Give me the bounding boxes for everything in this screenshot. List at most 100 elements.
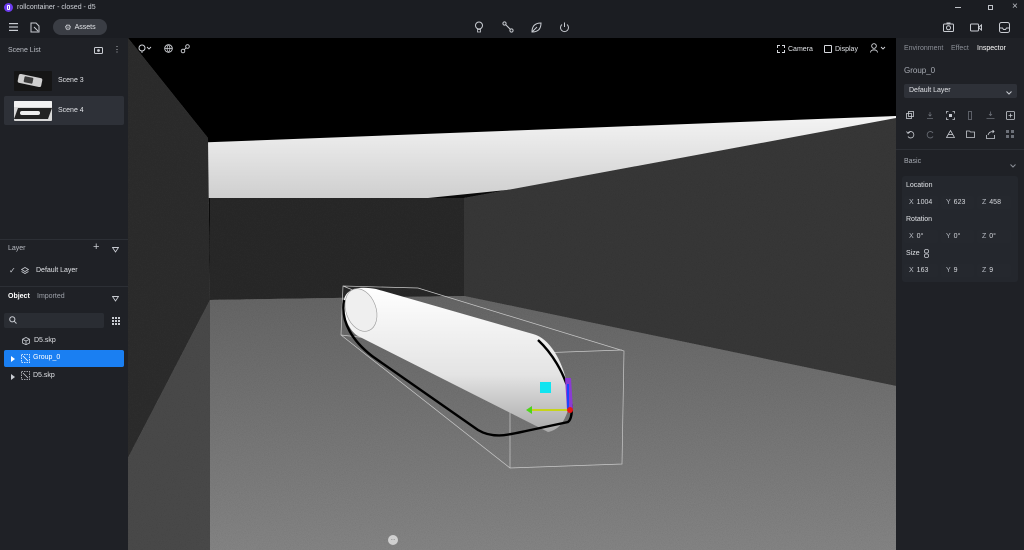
main-toolbar: ⚙ Assets — [0, 16, 1024, 38]
location-z-field[interactable]: Z 458 — [977, 196, 1011, 209]
tab-object[interactable]: Object — [8, 293, 30, 300]
check-icon[interactable]: ✓ — [9, 266, 16, 275]
object-item[interactable]: D5.skp — [4, 334, 124, 348]
tab-inspector[interactable]: Inspector — [977, 45, 1006, 52]
folder-icon[interactable] — [964, 128, 976, 140]
expand-arrow-icon[interactable] — [11, 373, 15, 382]
power-icon[interactable] — [557, 20, 571, 34]
size-x-field[interactable]: X 163 — [904, 264, 938, 277]
layer-select[interactable]: Default Layer — [904, 84, 1017, 98]
object-label: D5.skp — [33, 372, 55, 379]
object-item-selected[interactable]: Group_0 — [4, 350, 124, 367]
display-icon — [824, 45, 832, 53]
object-item[interactable]: D5.skp — [4, 368, 124, 383]
basic-section-title: Basic — [904, 158, 922, 165]
location-x-field[interactable]: X 1004 — [904, 196, 938, 209]
import-file-icon[interactable] — [28, 20, 42, 34]
undo-icon[interactable] — [904, 128, 916, 140]
search-input[interactable] — [20, 315, 100, 326]
tab-environment[interactable]: Environment — [904, 45, 943, 52]
grid-snap-icon[interactable] — [1004, 128, 1016, 140]
video-icon[interactable] — [969, 20, 983, 34]
inspector-panel: Environment Effect Inspector Group_0 Def… — [896, 38, 1024, 550]
group-icon — [21, 354, 30, 365]
chevron-down-icon[interactable] — [1010, 161, 1016, 170]
drop-to-surface-icon[interactable] — [984, 109, 996, 121]
align-ground-icon[interactable] — [924, 109, 936, 121]
camera-button[interactable]: Camera — [777, 43, 813, 55]
export-icon[interactable] — [984, 128, 996, 140]
material-icon[interactable] — [944, 128, 956, 140]
add-layer-icon[interactable]: + — [93, 241, 99, 253]
layers-icon — [20, 267, 30, 276]
cube-icon — [22, 337, 30, 347]
search-icon — [9, 316, 17, 326]
rotation-label: Rotation — [906, 216, 933, 223]
menu-icon[interactable] — [6, 20, 20, 34]
3d-viewport[interactable]: Camera Display ⋯ — [128, 38, 896, 550]
scene-thumbnail — [14, 70, 52, 91]
duplicate-icon[interactable] — [904, 109, 916, 121]
divider — [0, 286, 128, 287]
grid-view-icon[interactable] — [108, 314, 124, 327]
expand-arrow-icon[interactable] — [11, 355, 15, 364]
app-logo — [4, 3, 13, 12]
rotation-z-field[interactable]: Z 0° — [977, 230, 1011, 243]
tab-effect[interactable]: Effect — [951, 45, 969, 52]
display-label: Display — [835, 45, 858, 53]
viewport-handle-icon[interactable]: ⋯ — [388, 535, 398, 545]
add-scene-icon[interactable] — [94, 47, 103, 56]
layer-item-default[interactable]: ✓ Default Layer — [0, 264, 128, 278]
assets-label: Assets — [74, 23, 96, 31]
scene-item-scene-3[interactable]: Scene 3 — [4, 66, 124, 95]
scene-label: Scene 4 — [58, 107, 84, 114]
save-asset-icon[interactable] — [1004, 109, 1016, 121]
size-y-field[interactable]: Y9 — [941, 264, 974, 277]
divider — [0, 239, 128, 240]
assets-button[interactable]: ⚙ Assets — [53, 19, 107, 35]
navigation-mode-icon[interactable] — [138, 44, 152, 55]
location-label: Location — [906, 182, 933, 189]
object-label: D5.skp — [34, 337, 56, 344]
link-proportions-icon[interactable] — [924, 249, 929, 260]
lightbulb-icon[interactable] — [472, 20, 486, 34]
scene-render[interactable] — [128, 38, 896, 550]
inbox-icon[interactable] — [997, 20, 1011, 34]
focus-icon[interactable] — [944, 109, 956, 121]
window-title: rollcontainer - closed - d5 — [17, 4, 96, 11]
layer-title: Layer — [8, 245, 26, 252]
leaf-icon[interactable] — [529, 20, 543, 34]
user-view-icon[interactable] — [870, 43, 887, 55]
chevron-down-icon — [1006, 88, 1012, 97]
close-button[interactable]: × — [1012, 1, 1018, 12]
layer-select-value: Default Layer — [909, 87, 951, 94]
layer-label: Default Layer — [36, 267, 78, 274]
size-z-field[interactable]: Z9 — [977, 264, 1011, 277]
assets-icon: ⚙ — [64, 22, 72, 32]
minimize-button[interactable] — [955, 7, 961, 8]
group-icon — [21, 371, 30, 382]
rotation-y-field[interactable]: Y 0° — [941, 230, 974, 243]
object-label: Group_0 — [33, 354, 61, 361]
object-name: Group_0 — [904, 66, 936, 75]
display-button[interactable]: Display — [824, 43, 858, 55]
scene-label: Scene 3 — [58, 77, 84, 84]
object-search — [4, 313, 104, 328]
divider — [896, 149, 1024, 150]
camera-icon[interactable] — [941, 20, 955, 34]
location-y-field[interactable]: Y 623 — [941, 196, 974, 209]
object-filter-icon[interactable] — [111, 295, 120, 304]
layer-filter-icon[interactable] — [111, 246, 120, 255]
scene-thumbnail — [14, 100, 52, 121]
title-bar: rollcontainer - closed - d5 × — [0, 0, 1024, 16]
restore-button[interactable] — [988, 5, 993, 10]
tab-imported[interactable]: Imported — [37, 293, 65, 300]
redo-icon[interactable] — [924, 128, 936, 140]
globe-icon[interactable] — [164, 44, 173, 55]
scene-item-scene-4[interactable]: Scene 4 — [4, 96, 124, 125]
rotation-x-field[interactable]: X 0° — [904, 230, 938, 243]
vertical-align-icon[interactable] — [964, 109, 976, 121]
more-options-icon[interactable]: ⋮ — [113, 46, 121, 54]
location-pin-icon[interactable] — [180, 44, 190, 56]
path-icon[interactable] — [501, 20, 515, 34]
